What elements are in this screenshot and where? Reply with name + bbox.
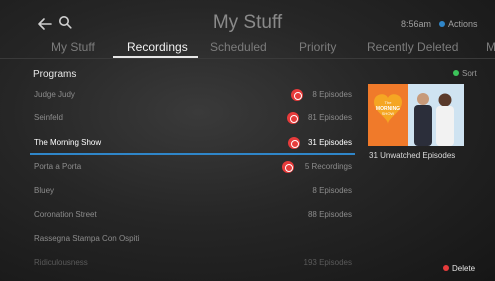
delete-dot-icon — [443, 265, 449, 271]
sort-label: Sort — [462, 69, 477, 78]
svg-text:The: The — [385, 100, 393, 105]
tab-recordings[interactable]: Recordings — [127, 40, 188, 54]
actions-button[interactable]: Actions — [439, 19, 478, 29]
tab-recently-deleted[interactable]: Recently Deleted — [367, 40, 458, 54]
program-name: Porta a Porta — [34, 162, 82, 171]
list-item[interactable]: Coronation Street 88 Episodes — [30, 205, 355, 227]
program-name: Coronation Street — [34, 210, 97, 219]
record-icon — [287, 112, 299, 124]
episode-count: 88 Episodes — [307, 210, 352, 219]
episode-count: 81 Episodes — [307, 113, 352, 122]
tab-bar: My Stuff Recordings Scheduled Priority R… — [0, 40, 495, 60]
program-name: Seinfeld — [34, 113, 63, 122]
actions-label: Actions — [448, 19, 478, 29]
clock: 8:56am — [401, 19, 432, 29]
episode-count: 8 Episodes — [312, 186, 352, 195]
section-title: Programs — [33, 69, 77, 80]
list-item[interactable]: Ridiculousness 193 Episodes — [30, 253, 355, 275]
list-item[interactable]: Seinfeld 81 Episodes — [30, 108, 355, 130]
tab-scheduled[interactable]: Scheduled — [210, 40, 267, 54]
tab-my-s[interactable]: My S — [486, 40, 495, 54]
sort-button[interactable]: Sort — [453, 69, 477, 78]
episode-count: 193 Episodes — [303, 258, 352, 267]
record-icon — [282, 161, 294, 173]
actions-dot-icon — [439, 21, 445, 27]
delete-button[interactable]: Delete — [443, 264, 475, 273]
unwatched-episodes: 31 Unwatched Episodes — [369, 151, 456, 160]
record-icon — [288, 137, 300, 149]
list-item[interactable]: Rassegna Stampa Con Ospiti — [30, 229, 355, 251]
tab-priority[interactable]: Priority — [299, 40, 336, 54]
list-item[interactable]: Bluey 8 Episodes — [30, 181, 355, 203]
tab-my-stuff[interactable]: My Stuff — [51, 40, 95, 54]
episode-count: 5 Recordings — [304, 162, 352, 171]
tab-divider — [0, 58, 495, 59]
episode-count: 8 Episodes — [312, 90, 352, 99]
list-item[interactable]: Porta a Porta 5 Recordings — [30, 157, 355, 179]
program-name: Judge Judy — [34, 90, 75, 99]
record-icon — [291, 89, 303, 101]
list-item[interactable]: Judge Judy 8 Episodes — [30, 85, 355, 107]
program-name: The Morning Show — [34, 138, 102, 147]
delete-label: Delete — [452, 264, 476, 273]
my-stuff-screen: My Stuff 8:56am Actions My Stuff Recordi… — [0, 0, 495, 281]
program-name: Ridiculousness — [34, 258, 88, 267]
program-name: Rassegna Stampa Con Ospiti — [34, 234, 140, 243]
sort-dot-icon — [453, 70, 459, 76]
program-name: Bluey — [34, 186, 55, 195]
svg-text:SHOW: SHOW — [382, 111, 395, 116]
episode-count: 31 Episodes — [307, 138, 352, 147]
program-thumbnail: The MORNING SHOW — [368, 84, 464, 146]
list-item-selected[interactable]: The Morning Show 31 Episodes — [30, 133, 355, 155]
